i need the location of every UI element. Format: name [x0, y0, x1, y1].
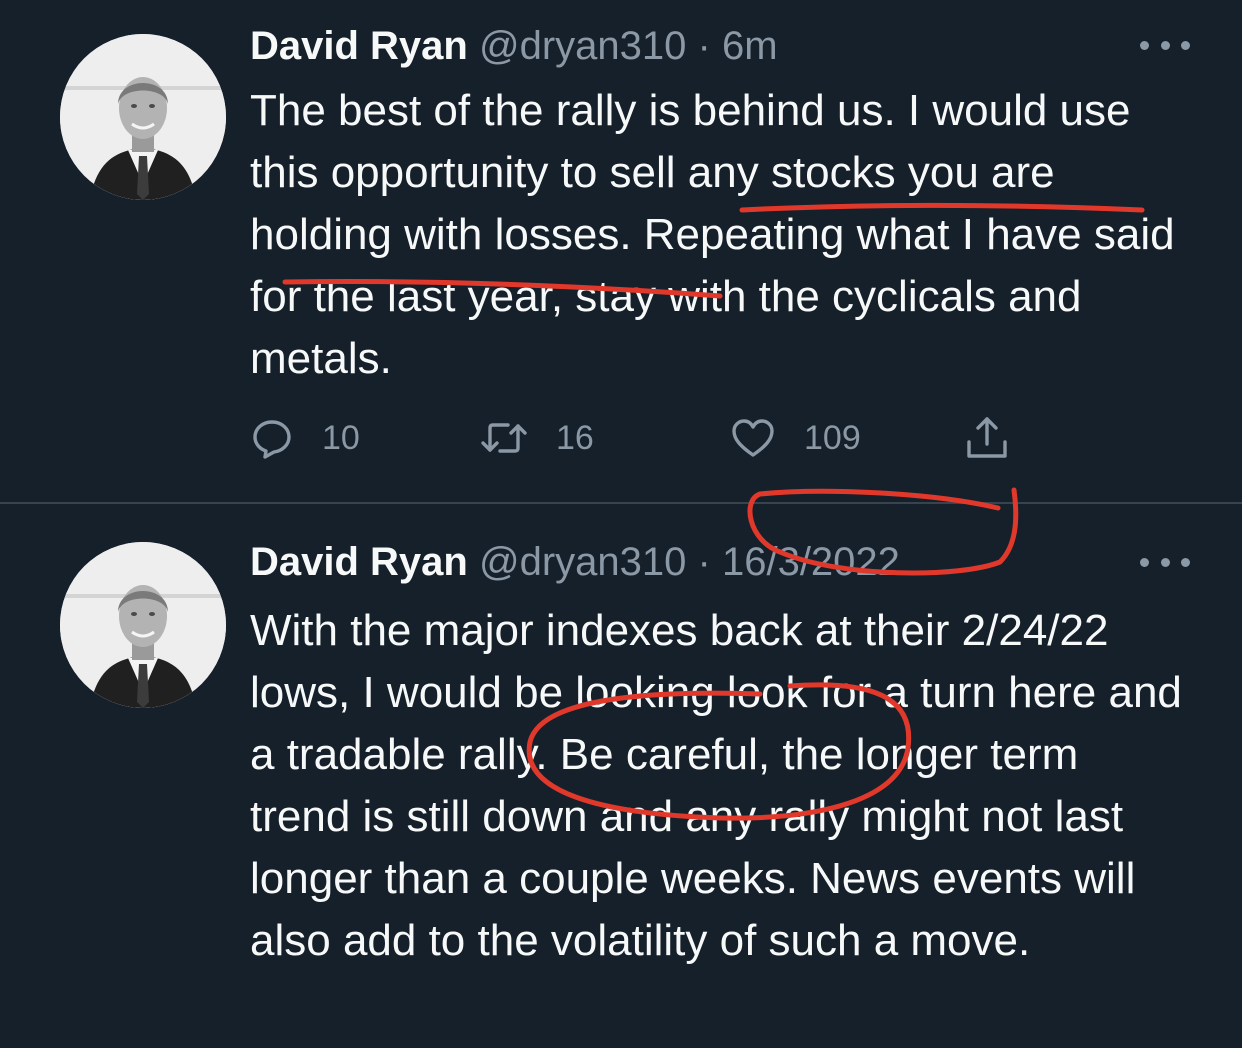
author-photo	[60, 34, 226, 200]
author-name[interactable]: David Ryan	[250, 540, 468, 584]
retweet-count: 16	[556, 418, 594, 457]
separator: ·	[697, 540, 711, 584]
timestamp[interactable]: 16/3/2022	[722, 540, 900, 584]
avatar[interactable]	[60, 542, 226, 708]
timestamp[interactable]: 6m	[722, 24, 778, 68]
like-button[interactable]: 109	[730, 408, 861, 468]
retweet-button[interactable]: 16	[480, 408, 594, 468]
more-icon[interactable]	[1140, 547, 1190, 577]
tweet-header: David Ryan @dryan310 · 16/3/2022	[250, 532, 900, 592]
tweet[interactable]: David Ryan @dryan310 · 16/3/2022 With th…	[0, 504, 1242, 1048]
author-handle[interactable]: @dryan310	[479, 540, 686, 584]
share-button[interactable]	[964, 408, 1038, 468]
reply-count: 10	[322, 418, 360, 457]
retweet-icon	[481, 423, 527, 453]
share-icon	[967, 417, 1007, 458]
tweet[interactable]: David Ryan @dryan310 · 6m The best of th…	[0, 0, 1242, 502]
tweet-header: David Ryan @dryan310 · 6m	[250, 16, 778, 76]
heart-icon	[732, 419, 774, 457]
tweet-text: The best of the rally is behind us. I wo…	[250, 86, 1175, 383]
reply-button[interactable]: 10	[250, 408, 360, 468]
author-handle[interactable]: @dryan310	[479, 24, 686, 68]
author-photo	[60, 542, 226, 708]
avatar[interactable]	[60, 34, 226, 200]
like-count: 109	[804, 418, 861, 457]
tweet-actions: 10 16 109	[250, 408, 1040, 468]
tweet-text: With the major indexes back at their 2/2…	[250, 606, 1182, 965]
separator: ·	[697, 24, 711, 68]
more-icon[interactable]	[1140, 30, 1190, 60]
reply-icon	[253, 420, 291, 459]
author-name[interactable]: David Ryan	[250, 24, 468, 68]
